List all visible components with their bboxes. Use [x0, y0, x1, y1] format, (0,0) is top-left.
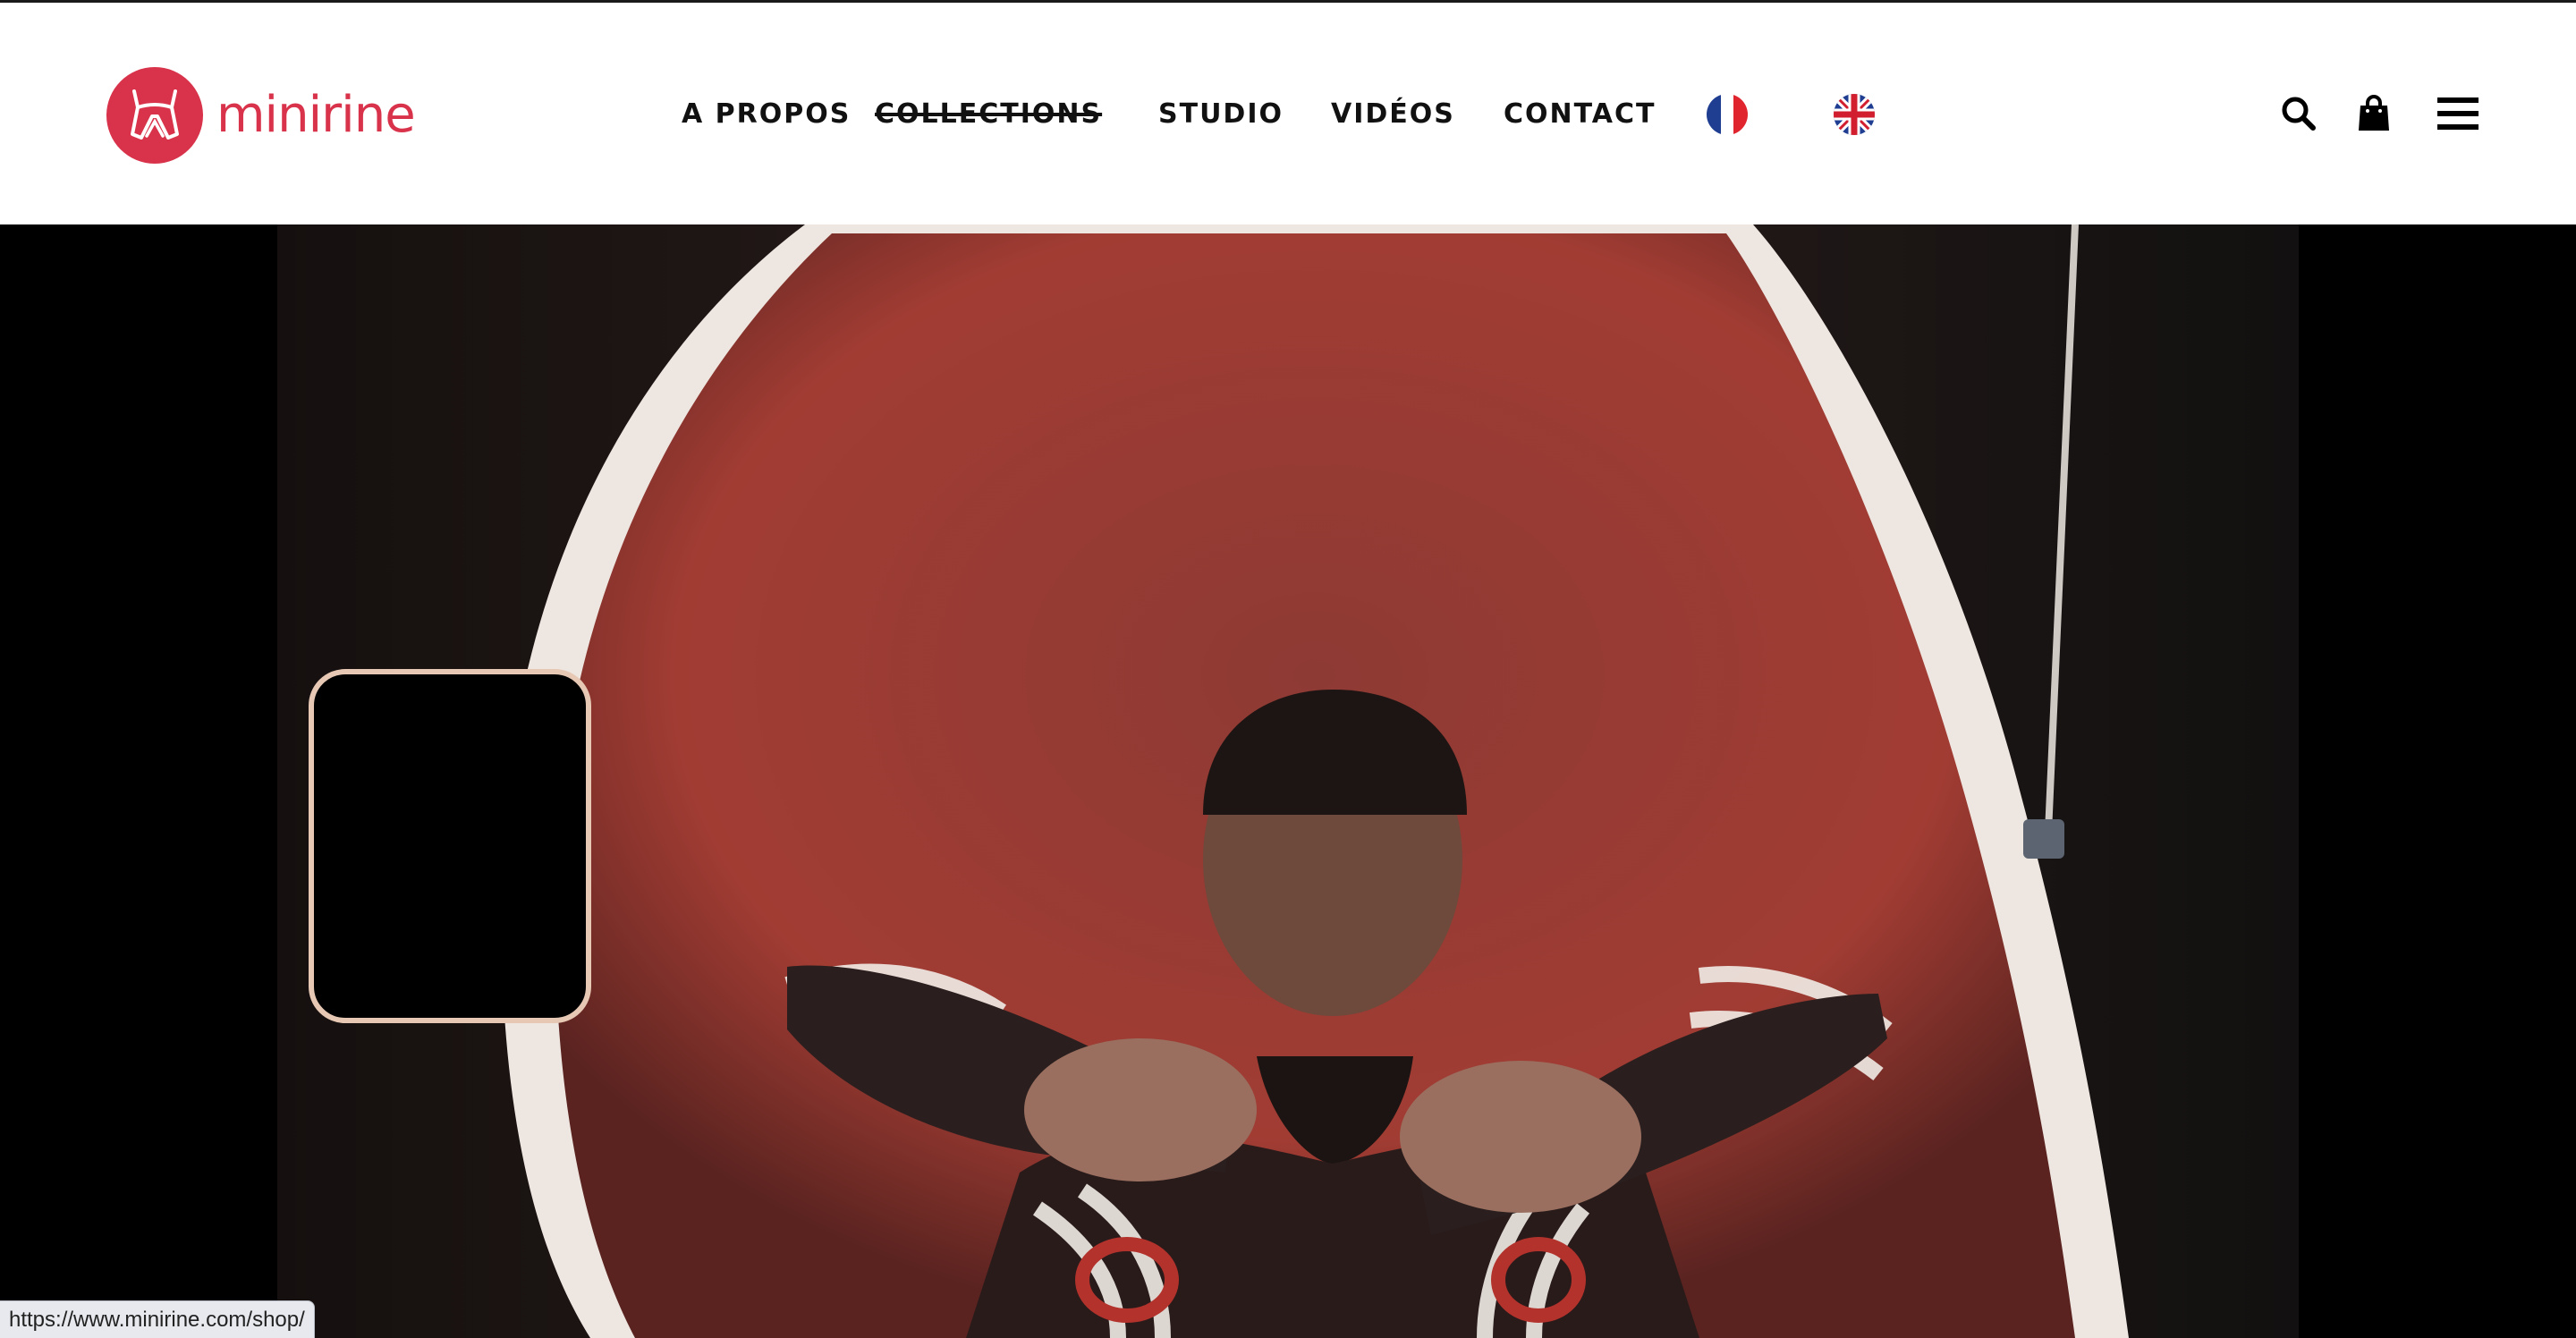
cart-button[interactable] [2352, 92, 2395, 135]
status-bar-url: https://www.minirine.com/shop/ [0, 1300, 315, 1338]
menu-button[interactable] [2436, 92, 2479, 135]
site-header: minirine A PROPOS COLLECTIONS STUDIO VID… [0, 3, 2576, 224]
nav-link-studio[interactable]: STUDIO [1158, 99, 1284, 130]
flag-france-icon [1707, 94, 1748, 135]
nav-link-collections[interactable]: COLLECTIONS [875, 99, 1102, 130]
flag-uk-icon [1834, 94, 1875, 135]
menu-icon [2437, 97, 2479, 130]
hero-video[interactable] [0, 224, 2576, 1338]
hero-video-frame [0, 224, 2576, 1338]
nav-link-a-propos[interactable]: A PROPOS [682, 99, 851, 130]
nav-link-contact[interactable]: CONTACT [1504, 99, 1656, 130]
main-navigation: A PROPOS COLLECTIONS STUDIO VIDÉOS CONTA… [0, 3, 2576, 224]
search-icon [2282, 97, 2316, 131]
language-french-button[interactable] [1707, 94, 1748, 135]
search-button[interactable] [2277, 92, 2320, 135]
shopping-bag-icon [2359, 95, 2389, 131]
nav-link-videos[interactable]: VIDÉOS [1331, 99, 1455, 130]
language-english-button[interactable] [1834, 94, 1875, 135]
